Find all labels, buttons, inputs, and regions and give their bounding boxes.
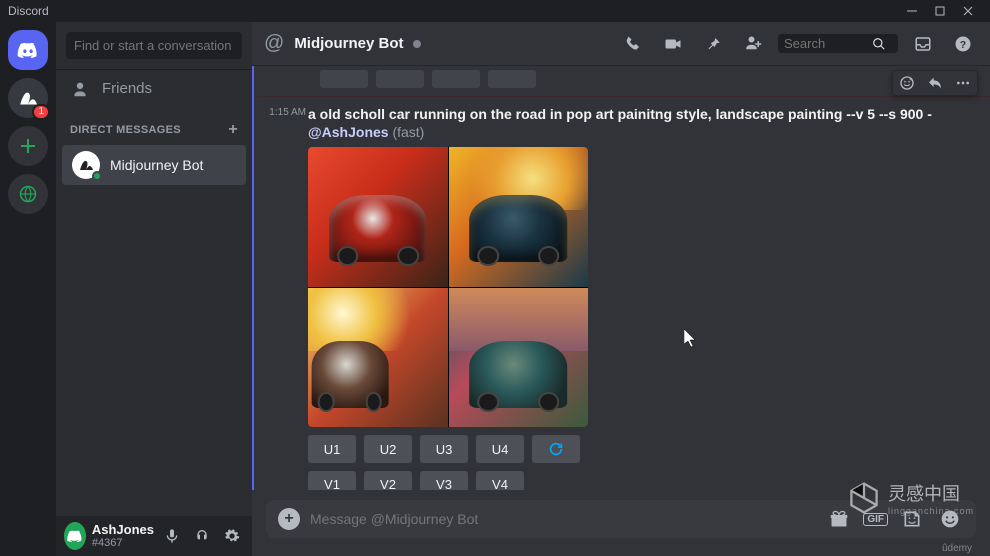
generated-image-grid[interactable] (308, 147, 588, 427)
svg-text:?: ? (960, 38, 966, 50)
status-offline-icon (413, 40, 421, 48)
sticker-icon[interactable] (898, 509, 926, 529)
variation-row: V1 V2 V3 V4 (308, 471, 978, 490)
u1-button[interactable]: U1 (308, 435, 356, 463)
message: 1:15 AM a old scholl car running on the … (258, 103, 990, 490)
react-icon[interactable] (893, 71, 921, 95)
channel-title: Midjourney Bot (294, 35, 403, 52)
dm-item-midjourney[interactable]: Midjourney Bot (62, 145, 246, 185)
at-icon: @ (264, 32, 284, 55)
status-online-icon (92, 171, 102, 181)
gif-icon[interactable]: GIF (863, 513, 888, 526)
search-input[interactable] (784, 36, 872, 51)
user-mention[interactable]: @AshJones (308, 124, 389, 140)
friends-label: Friends (102, 80, 152, 97)
window-minimize-icon[interactable] (898, 0, 926, 22)
emoji-icon[interactable] (936, 509, 964, 529)
more-icon[interactable] (949, 71, 977, 95)
search-box[interactable] (778, 34, 898, 53)
old-button[interactable] (432, 70, 480, 88)
v3-button[interactable]: V3 (420, 471, 468, 490)
attach-icon[interactable]: + (278, 508, 300, 530)
previous-message-buttons (258, 70, 990, 97)
pin-icon[interactable] (698, 31, 728, 57)
app-name: Discord (8, 4, 49, 18)
search-icon (872, 37, 886, 51)
create-dm-icon[interactable]: + (228, 121, 238, 139)
reply-icon[interactable] (921, 71, 949, 95)
discord-home-icon[interactable] (8, 30, 48, 70)
message-hover-actions (892, 70, 978, 96)
dm-sidebar: Friends DIRECT MESSAGES + Midjourney Bot… (56, 22, 252, 556)
voice-call-icon[interactable] (618, 31, 648, 57)
message-composer: 灵感中国 lingganchina.com + GIF ûdemy (252, 490, 990, 556)
help-icon[interactable]: ? (948, 31, 978, 57)
friends-tab[interactable]: Friends (56, 70, 252, 107)
image-variant-2 (449, 147, 589, 287)
dm-item-name: Midjourney Bot (110, 157, 203, 173)
mute-mic-icon[interactable] (160, 524, 184, 548)
avatar (72, 151, 100, 179)
deafen-icon[interactable] (190, 524, 214, 548)
window-maximize-icon[interactable] (926, 0, 954, 22)
main-chat: @ Midjourney Bot ? (252, 22, 990, 556)
image-variant-4 (449, 288, 589, 428)
explore-servers-icon[interactable] (8, 174, 48, 214)
image-variant-1 (308, 147, 448, 287)
upscale-row: U1 U2 U3 U4 (308, 435, 978, 463)
footer-brand: ûdemy (942, 543, 972, 554)
window-close-icon[interactable] (954, 0, 982, 22)
settings-gear-icon[interactable] (220, 524, 244, 548)
server-midjourney[interactable]: 1 (8, 78, 48, 118)
find-conversation-input[interactable] (66, 32, 242, 59)
inbox-icon[interactable] (908, 31, 938, 57)
self-tag: #4367 (92, 537, 154, 549)
prompt-text: a old scholl car running on the road in … (308, 105, 978, 141)
dm-header: DIRECT MESSAGES + (56, 107, 252, 143)
old-button[interactable] (320, 70, 368, 88)
reroll-button[interactable] (532, 435, 580, 463)
user-panel: AshJones #4367 (56, 516, 252, 556)
message-input[interactable] (310, 511, 815, 527)
u2-button[interactable]: U2 (364, 435, 412, 463)
v4-button[interactable]: V4 (476, 471, 524, 490)
u4-button[interactable]: U4 (476, 435, 524, 463)
old-button[interactable] (376, 70, 424, 88)
server-list: 1 (0, 22, 56, 556)
gift-icon[interactable] (825, 509, 853, 529)
titlebar: Discord (0, 0, 990, 22)
self-avatar[interactable] (64, 522, 86, 550)
self-username: AshJones (92, 523, 154, 537)
image-variant-3 (308, 288, 448, 428)
message-list: 1:15 AM a old scholl car running on the … (252, 66, 990, 490)
timestamp: 1:15 AM (262, 107, 306, 118)
old-button[interactable] (488, 70, 536, 88)
v2-button[interactable]: V2 (364, 471, 412, 490)
add-server-icon[interactable] (8, 126, 48, 166)
channel-header: @ Midjourney Bot ? (252, 22, 990, 66)
add-friend-icon[interactable] (738, 31, 768, 57)
video-call-icon[interactable] (658, 31, 688, 57)
notification-badge: 1 (32, 104, 50, 120)
v1-button[interactable]: V1 (308, 471, 356, 490)
u3-button[interactable]: U3 (420, 435, 468, 463)
